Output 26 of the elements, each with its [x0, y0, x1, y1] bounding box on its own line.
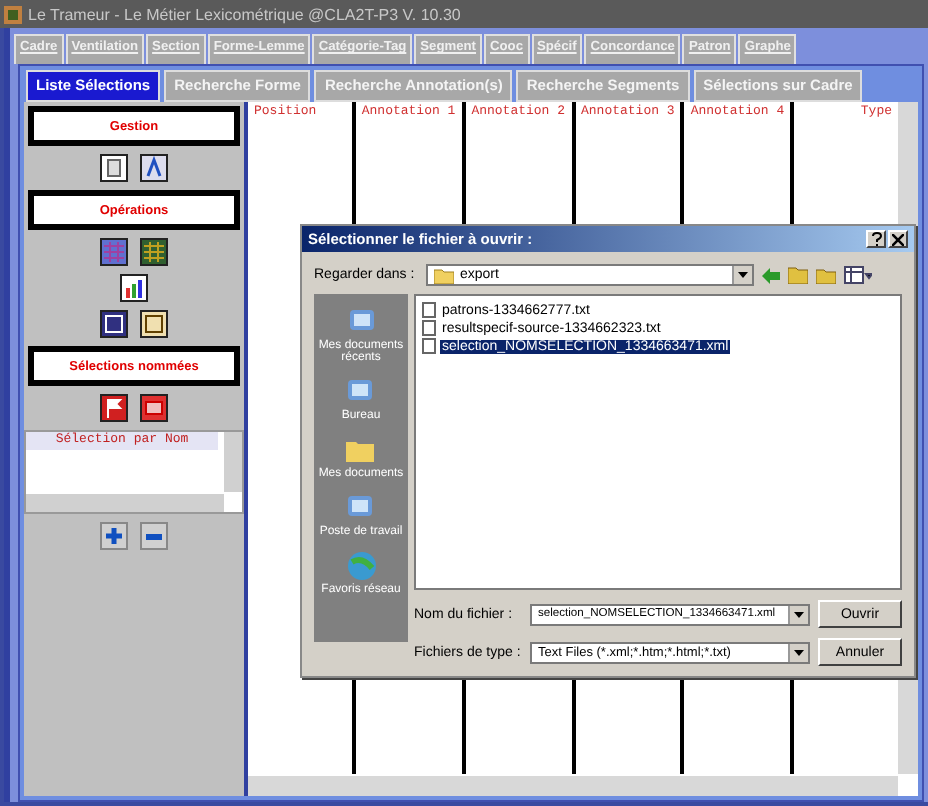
close-button[interactable] [888, 230, 908, 248]
close-icon [892, 233, 904, 245]
grid-icon[interactable] [140, 238, 168, 266]
scrollbar[interactable] [248, 776, 898, 796]
caret-icon [794, 611, 804, 617]
caret-icon [738, 272, 748, 278]
flag-icon[interactable] [100, 394, 128, 422]
grid-icon[interactable] [100, 238, 128, 266]
chart-icon[interactable] [120, 274, 148, 302]
scrollbar[interactable] [26, 494, 224, 512]
export-document-icon[interactable] [100, 310, 128, 338]
globe-icon [345, 550, 377, 582]
caret-icon [794, 649, 804, 655]
remove-button[interactable] [140, 522, 168, 550]
scrollbar[interactable] [224, 432, 242, 492]
plus-icon [106, 528, 122, 544]
question-mark-icon [871, 232, 881, 246]
minus-icon [146, 533, 162, 539]
document-icon[interactable] [100, 154, 128, 182]
letter-a-icon[interactable] [140, 154, 168, 182]
import-document-icon[interactable] [140, 310, 168, 338]
window-title: Le Trameur - Le Métier Lexicométrique @CLA2T-P3 V. 10.30 [28, 5, 461, 23]
add-button[interactable] [100, 522, 128, 550]
app-icon [4, 5, 22, 23]
view-menu-icon[interactable] [844, 266, 872, 284]
help-button[interactable] [866, 230, 886, 248]
